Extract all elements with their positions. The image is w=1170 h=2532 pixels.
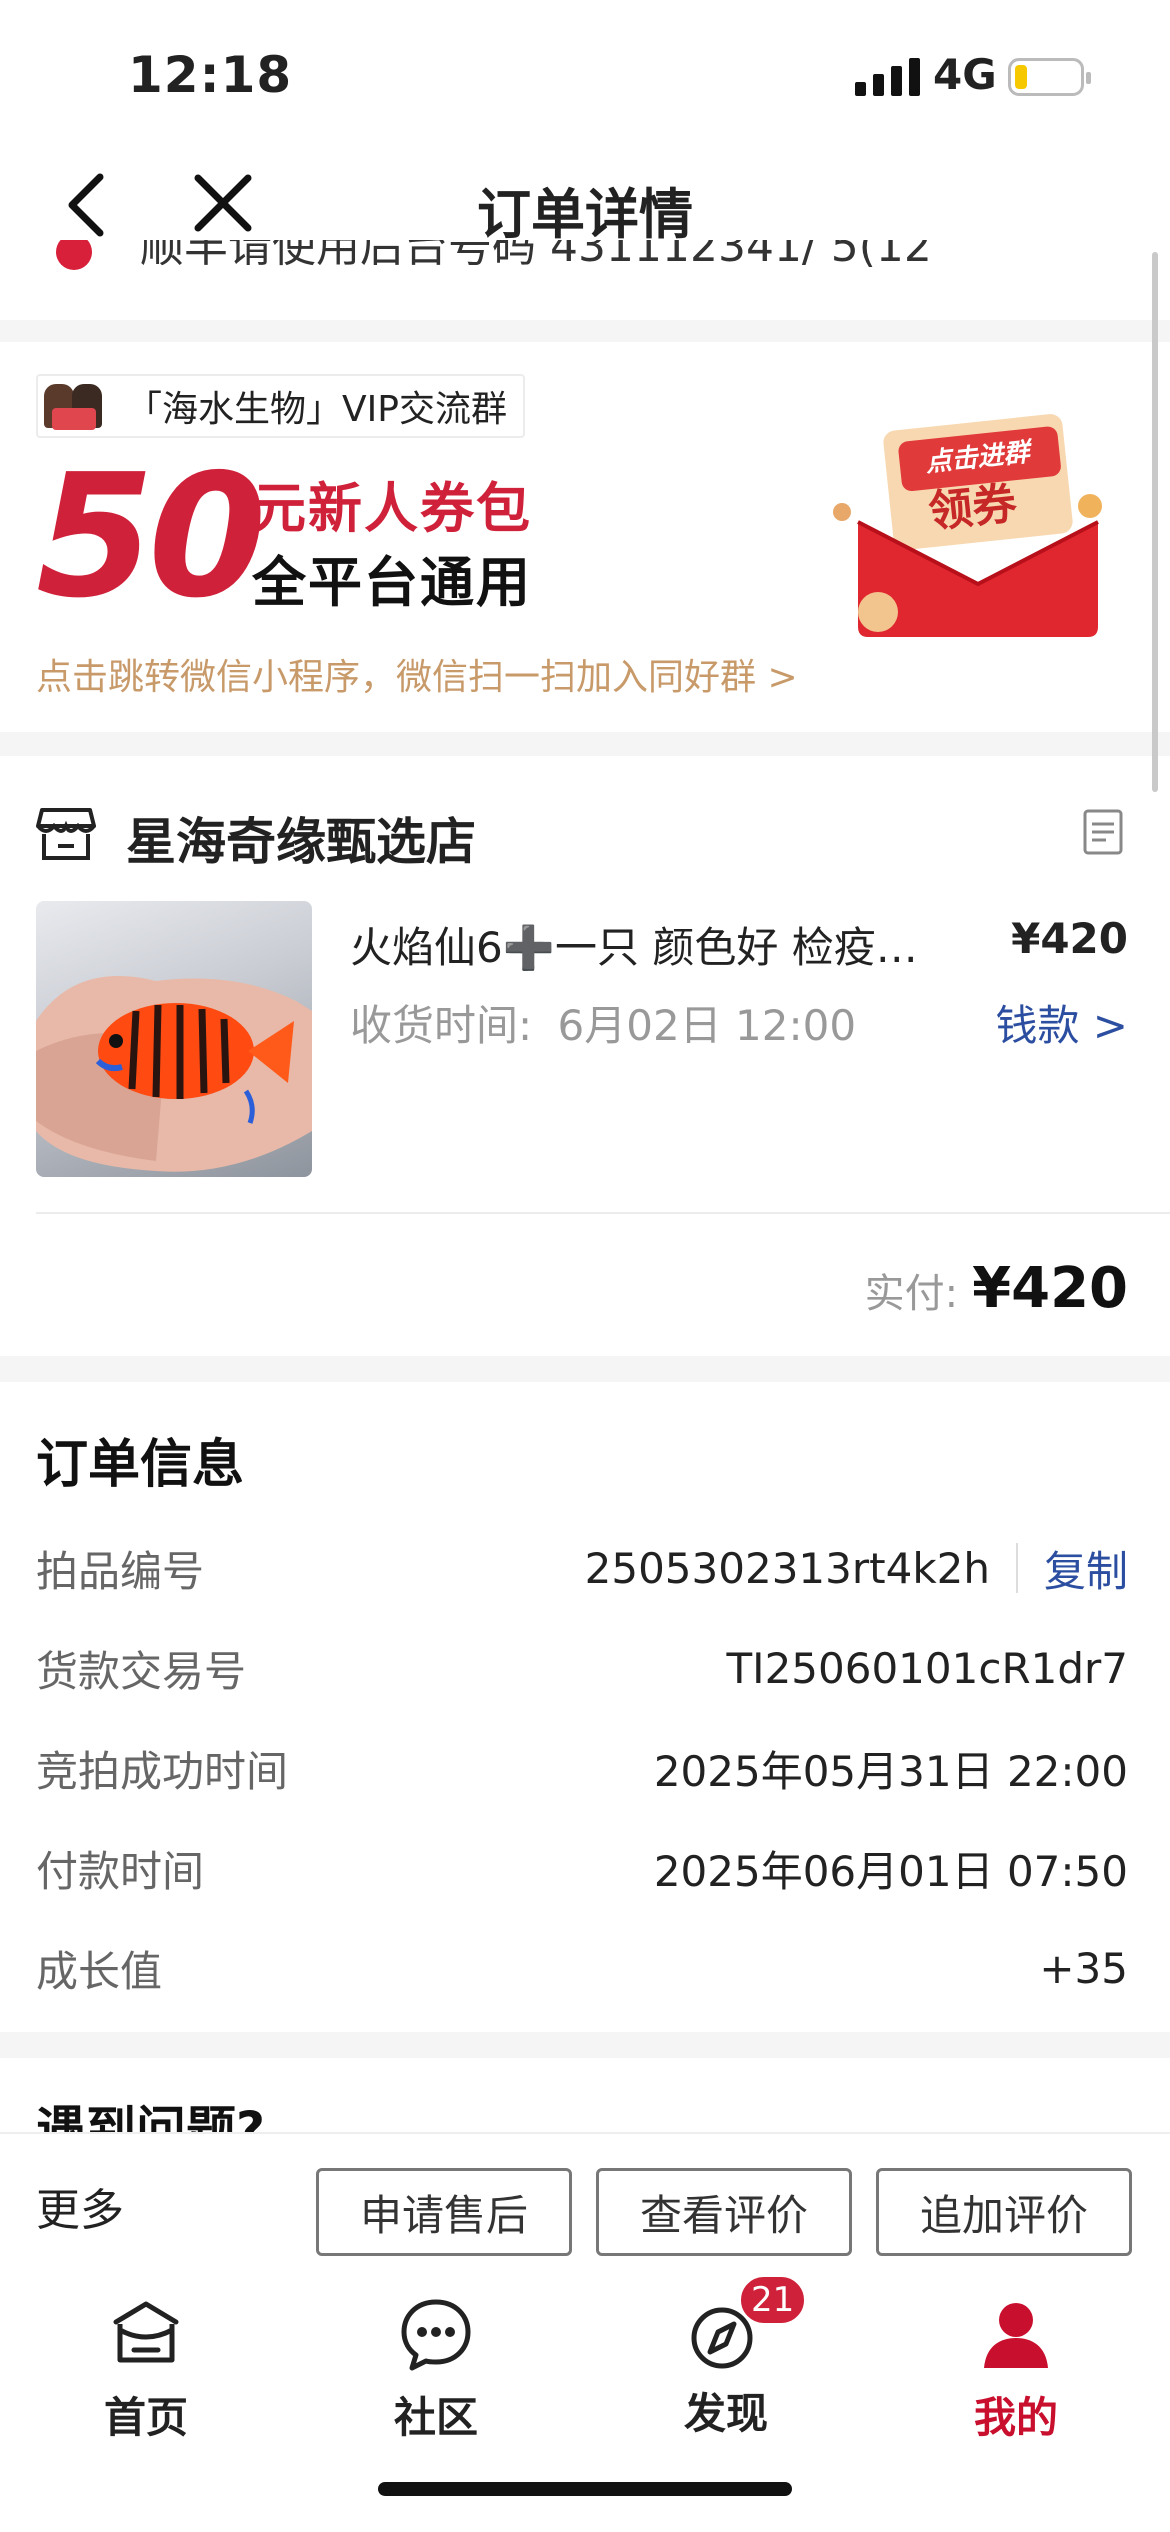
tab-label: 首页: [103, 2393, 188, 2442]
view-review-button[interactable]: 查看评价: [596, 2168, 852, 2256]
info-row-pay-time: 付款时间 2025年06月01日 07:50: [36, 1838, 1128, 1898]
red-envelope-icon[interactable]: 点击进群 领券: [828, 412, 1118, 642]
compass-icon-wrap: 21: [686, 2274, 808, 2374]
copy-button[interactable]: 复制: [1015, 1543, 1128, 1596]
home-indicator[interactable]: [378, 2482, 792, 2496]
battery-icon: [1008, 58, 1091, 96]
product-title[interactable]: 火焰仙6➕一只 颜色好 检疫…: [350, 914, 950, 975]
info-value: 2025年05月31日 22:00: [653, 1746, 1128, 1796]
paid-label: 实付:: [864, 1271, 959, 1317]
info-key: 竞拍成功时间: [36, 1746, 289, 1796]
product-price: ¥420: [1011, 914, 1128, 963]
coupon-title: 元新人券包: [252, 477, 532, 540]
page-title: 订单详情: [477, 183, 693, 246]
item-number: 2505302313rt4k2h: [584, 1543, 990, 1593]
info-key: 成长值: [36, 1946, 163, 1996]
tab-label: 我的: [973, 2393, 1058, 2442]
coupon-subtitle: 全平台通用: [252, 551, 532, 614]
vip-group-label: 「海水生物」VIP交流群: [126, 389, 507, 430]
more-button[interactable]: 更多: [36, 2174, 124, 2238]
address-text: 顺丰请使用后台号码 431112341/ 5(12: [140, 240, 932, 272]
info-row-growth: 成长值 +35: [36, 1938, 1128, 1998]
shop-name[interactable]: 星海奇缘甄选店: [126, 802, 476, 874]
wechat-hint-link[interactable]: 点击跳转微信小程序，微信扫一扫加入同好群 >: [36, 648, 798, 700]
community-icon: [401, 2299, 471, 2371]
location-icon: [56, 240, 92, 270]
info-row-trade-no: 货款交易号 TI25060101cR1dr7: [36, 1638, 1128, 1698]
store-icon: [36, 808, 96, 860]
divider: [36, 1212, 1170, 1214]
scrollbar[interactable]: [1152, 252, 1158, 792]
envelope-main-text: 领券: [926, 478, 1020, 538]
product-image[interactable]: [36, 901, 312, 1177]
action-bar: 更多 申请售后 查看评价 追加评价: [0, 2132, 1170, 2272]
tab-home[interactable]: 首页: [56, 2294, 236, 2445]
vip-group-tag[interactable]: 「海水生物」VIP交流群: [36, 374, 525, 438]
receive-time-label: 收货时间:: [350, 1001, 533, 1050]
info-key: 货款交易号: [36, 1646, 247, 1696]
tab-label: 社区: [393, 2393, 478, 2442]
group-avatar-icon: [42, 378, 106, 434]
coupon-amount: 50: [36, 438, 267, 636]
paid-value: ¥420: [972, 1256, 1128, 1321]
user-icon: [984, 2303, 1048, 2368]
status-bar: 12:18 4G: [0, 0, 1170, 140]
order-info-title: 订单信息: [36, 1435, 245, 1495]
document-icon[interactable]: [1082, 808, 1124, 856]
info-key: 拍品编号: [36, 1546, 205, 1596]
apply-after-sale-button[interactable]: 申请售后: [316, 2168, 572, 2256]
scrolled-address-row: 顺丰请使用后台号码 431112341/ 5(12: [0, 240, 1170, 320]
home-icon: [113, 2301, 179, 2363]
network-label: 4G: [933, 50, 997, 99]
paid-amount: 实付: ¥420: [865, 1256, 1128, 1321]
fish-in-hand-image: [36, 976, 312, 1172]
info-value: 2025年06月01日 07:50: [653, 1846, 1128, 1896]
balance-link[interactable]: 钱款 >: [995, 992, 1128, 1053]
notification-badge: 21: [738, 2274, 808, 2326]
receive-time: 收货时间: 6月02日 12:00: [350, 992, 856, 1053]
info-key: 付款时间: [36, 1846, 205, 1896]
promo-banner[interactable]: 「海水生物」VIP交流群 50 元新人券包 全平台通用 点击跳转微信小程序，微信…: [0, 342, 1170, 732]
info-row-item-no: 拍品编号 2505302313rt4k2h 复制: [36, 1538, 1128, 1598]
tab-community[interactable]: 社区: [346, 2294, 526, 2445]
tab-label: 发现: [683, 2389, 768, 2438]
order-info-card: 订单信息 拍品编号 2505302313rt4k2h 复制 货款交易号 TI25…: [0, 1382, 1170, 2032]
tab-discover[interactable]: 21 发现: [636, 2274, 816, 2441]
info-value: 2505302313rt4k2h 复制: [584, 1543, 1128, 1596]
tab-mine[interactable]: 我的: [926, 2294, 1106, 2445]
info-value: +35: [1039, 1943, 1128, 1993]
signal-icon: [855, 58, 920, 96]
shop-card: 星海奇缘甄选店 火焰仙6➕一只 颜色好 检疫… ¥420 收货时间: 6月02日…: [0, 756, 1170, 1356]
receive-time-value: 6月02日 12:00: [557, 1001, 857, 1050]
add-review-button[interactable]: 追加评价: [876, 2168, 1132, 2256]
status-time: 12:18: [128, 46, 293, 104]
info-row-win-time: 竞拍成功时间 2025年05月31日 22:00: [36, 1738, 1128, 1798]
info-value: TI25060101cR1dr7: [726, 1643, 1128, 1693]
